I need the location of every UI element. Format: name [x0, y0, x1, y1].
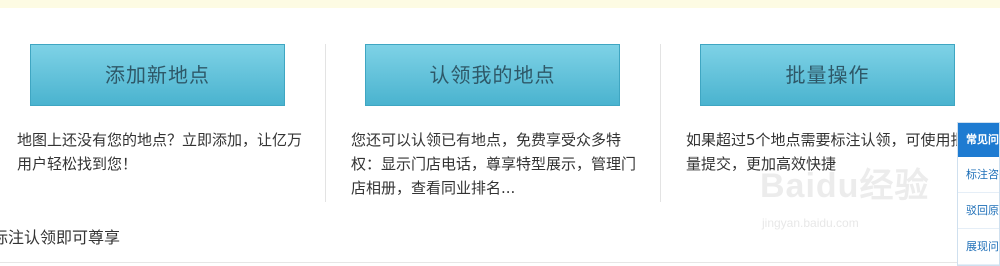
section-heading-text: 标注认领即可尊享 [0, 228, 121, 247]
claim-my-place-button[interactable]: 认领我的地点 [365, 44, 620, 106]
watermark-url: jingyan.baidu.com [762, 216, 859, 230]
batch-operation-description: 如果超过5个地点需要标注认领，可使用批量提交，更加高效快捷 [686, 131, 966, 173]
faq-side-panel: 常见问 标注咨 驳回原 展现问 [957, 122, 1000, 266]
add-new-place-button[interactable]: 添加新地点 [30, 44, 285, 106]
faq-item-rejection[interactable]: 驳回原 [958, 193, 999, 229]
batch-operation-button[interactable]: 批量操作 [700, 44, 955, 106]
add-place-description: 地图上还没有您的地点？立即添加，让亿万用户轻松找到您！ [17, 131, 303, 173]
section-heading: 标注认领即可尊享 [0, 224, 128, 248]
faq-item-display[interactable]: 展现问 [958, 229, 999, 265]
column-divider [660, 44, 661, 202]
section-divider [0, 262, 1000, 263]
faq-title: 常见问 [958, 123, 999, 157]
top-notice-strip [0, 0, 1000, 8]
claim-place-description: 您还可以认领已有地点，免费享受众多特权：显示门店电话，尊享特型展示，管理门店相册… [351, 131, 637, 197]
column-divider [325, 44, 326, 202]
faq-item-annotation[interactable]: 标注咨 [958, 157, 999, 193]
